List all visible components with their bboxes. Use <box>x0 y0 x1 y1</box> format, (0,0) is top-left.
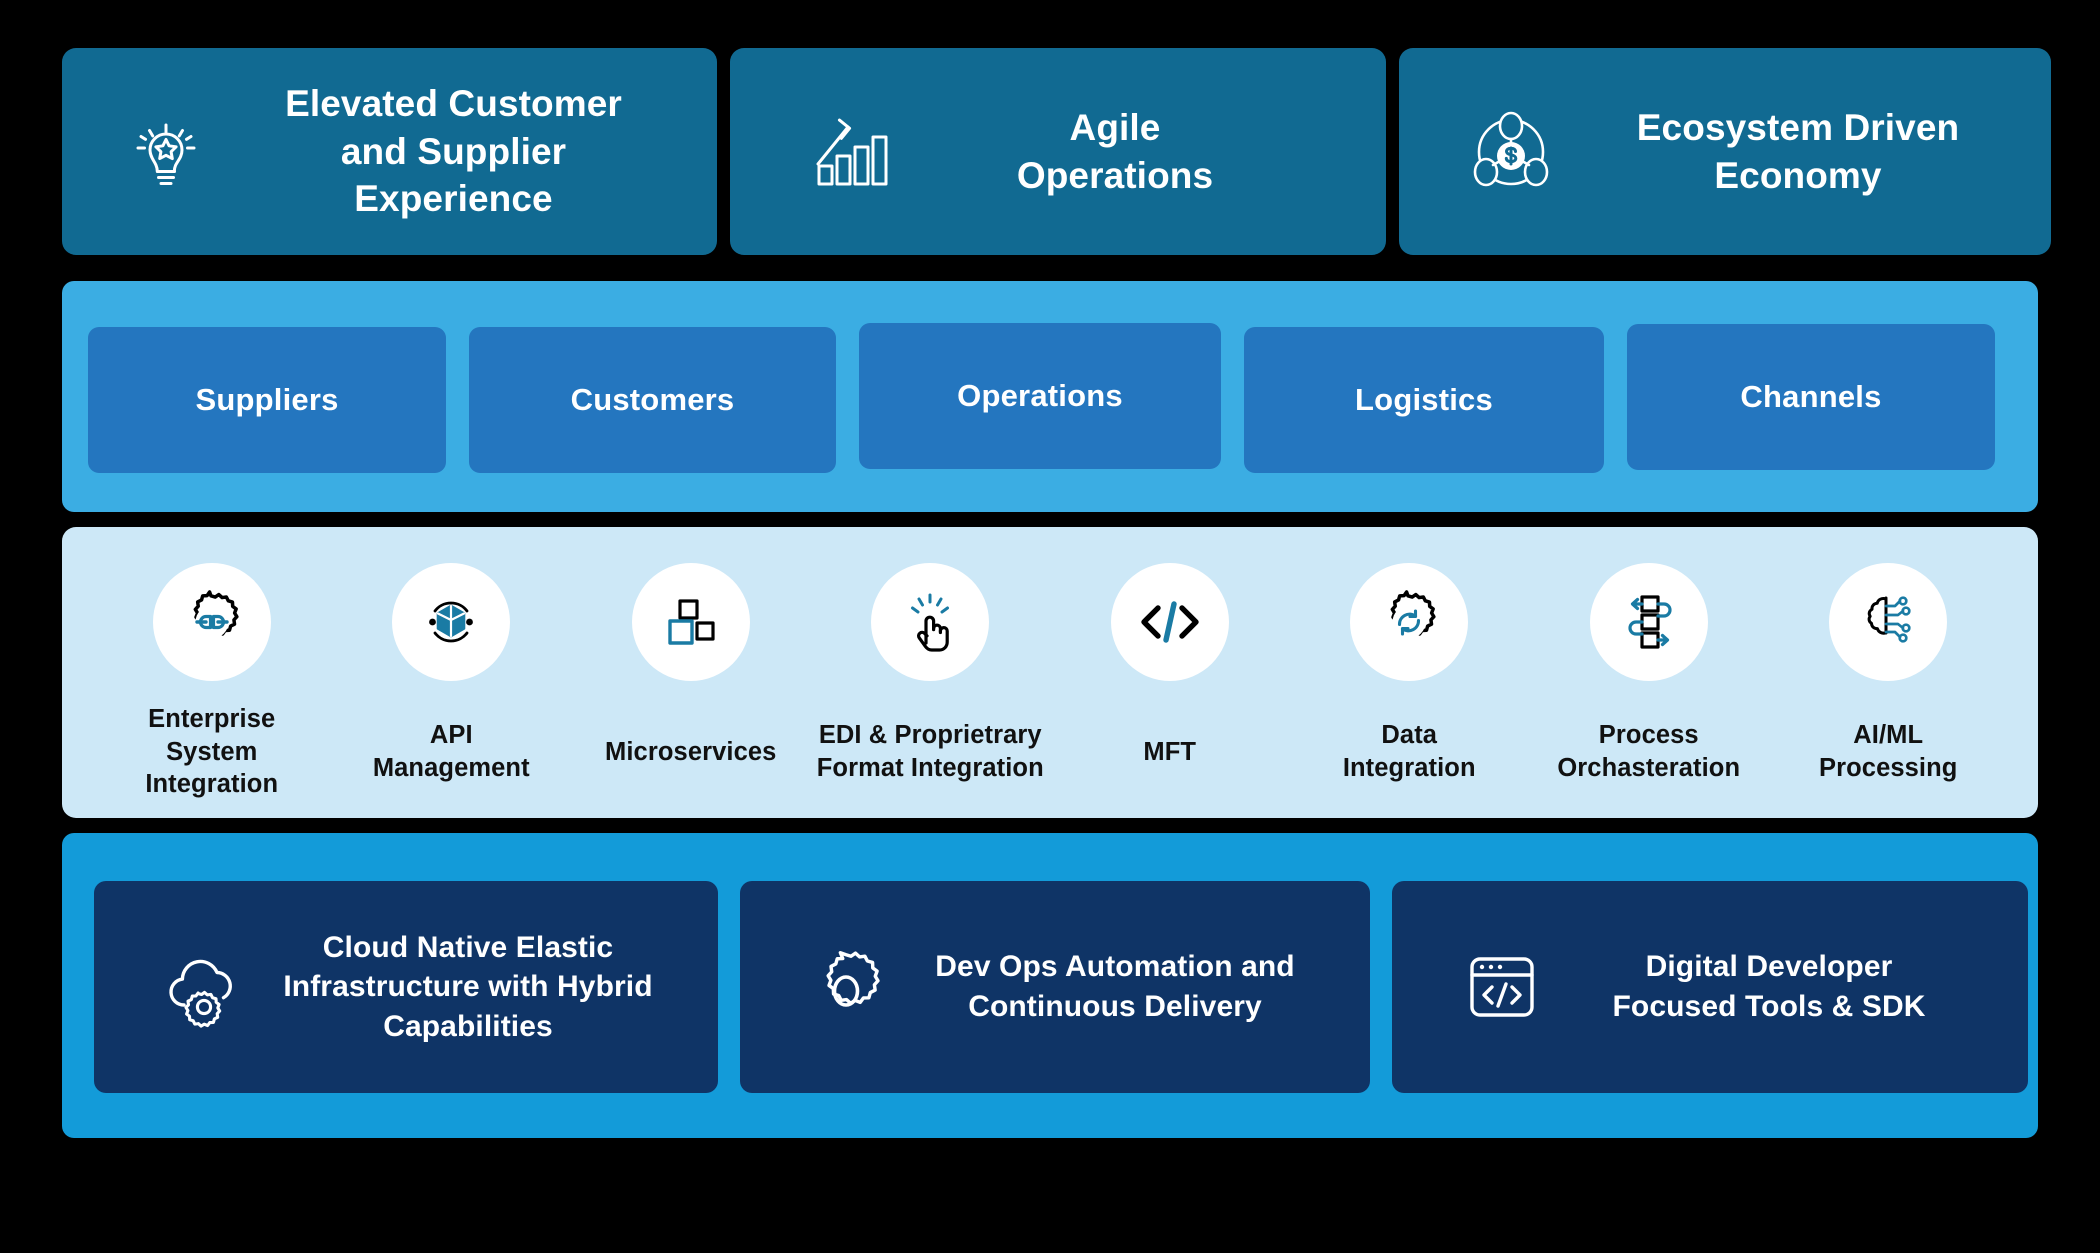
capability-label: API Management <box>372 721 530 782</box>
foundation-card-cloud-native-elastic-infrastructure[interactable]: Cloud Native Elastic Infrastructure with… <box>94 881 718 1093</box>
code-brackets-icon <box>1110 563 1229 681</box>
capability-label: MFT <box>1143 737 1197 766</box>
ecosystem-dollar-network-icon <box>1465 106 1557 198</box>
squares-blocks-icon <box>631 563 750 681</box>
capabilities-list: Enterprise System Integration API Manage… <box>92 527 2008 818</box>
gear-refresh-icon <box>1350 563 1469 681</box>
capability-label: AI/ML Processing <box>1819 721 1958 782</box>
brain-circuit-icon <box>1829 563 1948 681</box>
foundation-label: Dev Ops Automation and Continuous Delive… <box>935 950 1295 1023</box>
audiences-list: Suppliers Customers Operations Logistics… <box>88 323 2012 473</box>
outcome-card-ecosystem-driven-economy[interactable]: Ecosystem Driven Economy <box>1399 48 2051 255</box>
audience-label: Logistics <box>1355 382 1493 417</box>
foundation-card-devops-automation-continuous-delivery[interactable]: Dev Ops Automation and Continuous Delive… <box>740 881 1370 1093</box>
workflow-arrows-icon <box>1589 563 1708 681</box>
outcome-label: Ecosystem Driven Economy <box>1636 107 1960 196</box>
infographic-canvas: Elevated Customer and Supplier Experienc… <box>0 0 2100 1253</box>
capability-label: EDI & Proprietrary Format Integration <box>816 721 1044 782</box>
outcome-label: Elevated Customer and Supplier Experienc… <box>285 83 622 220</box>
gear-outline-icon <box>802 943 890 1031</box>
audience-chip-customers[interactable]: Customers <box>469 327 836 473</box>
capability-microservices[interactable]: Microservices <box>571 527 811 818</box>
audience-chip-channels[interactable]: Channels <box>1627 324 1995 470</box>
capability-api-management[interactable]: API Management <box>332 527 572 818</box>
capability-mft[interactable]: MFT <box>1050 527 1290 818</box>
capability-data-integration[interactable]: Data Integration <box>1290 527 1530 818</box>
growth-bar-chart-icon <box>804 106 896 198</box>
click-hand-icon <box>871 563 990 681</box>
browser-code-icon <box>1458 943 1546 1031</box>
capabilities-band: Enterprise System Integration API Manage… <box>62 527 2038 818</box>
audience-chip-suppliers[interactable]: Suppliers <box>88 327 446 473</box>
capability-label: Microservices <box>605 737 777 766</box>
audience-label: Channels <box>1740 379 1882 414</box>
capability-label: Process Orchasteration <box>1557 721 1741 782</box>
capability-ai-ml-processing[interactable]: AI/ML Processing <box>1769 527 2009 818</box>
capability-label: Enterprise System Integration <box>145 705 279 799</box>
cube-orbit-icon <box>392 563 511 681</box>
capability-edi-proprietary-format-integration[interactable]: EDI & Proprietrary Format Integration <box>811 527 1051 818</box>
foundation-label: Cloud Native Elastic Infrastructure with… <box>283 930 653 1043</box>
capability-process-orchestration[interactable]: Process Orchasteration <box>1529 527 1769 818</box>
capability-enterprise-system-integration[interactable]: Enterprise System Integration <box>92 527 332 818</box>
foundation-band: Cloud Native Elastic Infrastructure with… <box>62 833 2038 1138</box>
audience-label: Operations <box>957 378 1123 413</box>
audience-label: Customers <box>570 382 735 417</box>
lightbulb-star-icon <box>120 106 212 198</box>
cloud-gear-icon <box>160 943 248 1031</box>
audience-chip-logistics[interactable]: Logistics <box>1244 327 1604 473</box>
capability-label: Data Integration <box>1342 721 1476 782</box>
foundation-list: Cloud Native Elastic Infrastructure with… <box>94 881 2028 1093</box>
foundation-card-digital-developer-tools-sdk[interactable]: Digital Developer Focused Tools & SDK <box>1392 881 2028 1093</box>
audience-label: Suppliers <box>195 382 339 417</box>
foundation-label: Digital Developer Focused Tools & SDK <box>1612 950 1926 1023</box>
audience-chip-operations[interactable]: Operations <box>859 323 1221 469</box>
gear-plug-icon <box>152 563 271 681</box>
outcome-card-elevated-customer-and-supplier-experience[interactable]: Elevated Customer and Supplier Experienc… <box>62 48 717 255</box>
outcome-card-agile-operations[interactable]: Agile Operations <box>730 48 1386 255</box>
audiences-band: Suppliers Customers Operations Logistics… <box>62 281 2038 512</box>
outcomes-row: Elevated Customer and Supplier Experienc… <box>62 48 2051 255</box>
outcome-label: Agile Operations <box>1016 107 1214 196</box>
